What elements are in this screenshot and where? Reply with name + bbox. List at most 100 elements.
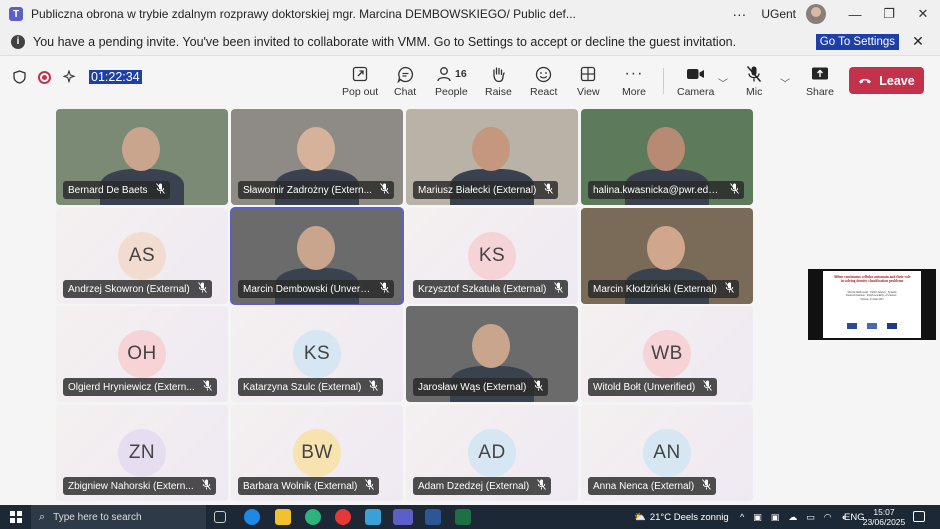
mic-muted-icon — [365, 479, 375, 493]
react-button[interactable]: React — [530, 64, 557, 100]
info-icon: i — [11, 34, 25, 49]
raise-hand-button[interactable]: Raise — [485, 64, 512, 100]
shared-content-preview[interactable]: Affine continuous cellular automata and … — [808, 269, 936, 340]
task-view-icon[interactable] — [214, 511, 226, 523]
chevron-up-icon[interactable]: ^ — [740, 512, 744, 522]
teams-icon[interactable] — [393, 509, 413, 525]
word-icon[interactable] — [425, 509, 441, 525]
file-explorer-icon[interactable] — [275, 509, 291, 525]
mic-muted-icon — [730, 183, 739, 197]
go-to-settings-link[interactable]: Go To Settings — [815, 33, 900, 50]
minimize-icon[interactable]: — — [838, 7, 872, 22]
app-icon[interactable] — [365, 509, 381, 525]
grid-view-icon — [580, 64, 596, 84]
participant-video-feed — [472, 127, 510, 171]
mic-muted-icon — [703, 380, 713, 394]
more-options-icon[interactable]: ··· — [729, 6, 749, 22]
participant-name-tag: Zbigniew Nahorski (Extern... — [63, 477, 216, 495]
mic-muted-icon — [380, 282, 389, 296]
participant-tile[interactable]: Jarosław Wąs (External) — [406, 306, 578, 402]
mic-options-chevron-icon[interactable]: ﹀ — [780, 75, 790, 90]
meeting-timer: 01:22:34 — [89, 70, 142, 84]
restore-icon[interactable]: ❐ — [872, 6, 906, 22]
taskbar-clock[interactable]: 15:07 23/06/2025 — [862, 507, 906, 527]
leave-button[interactable]: Leave — [849, 67, 924, 94]
participant-name-tag: Witold Bołt (Unverified) — [588, 378, 718, 396]
participant-tile[interactable]: BW Barbara Wolnik (External) — [231, 405, 403, 501]
cloud-icon[interactable]: ☁ — [788, 512, 797, 523]
participant-name-tag: Mariusz Białecki (External) — [413, 181, 559, 199]
avatar: ZN — [118, 429, 166, 477]
participant-name-tag: Marcin Kłodziński (External) — [588, 280, 739, 298]
avatar: AN — [643, 429, 691, 477]
avatar: KS — [468, 232, 516, 280]
participant-tile[interactable]: AS Andrzej Skowron (External) — [56, 208, 228, 304]
mic-button[interactable]: Mic — [746, 64, 762, 100]
participant-name: Andrzej Skowron (External) — [68, 283, 190, 295]
notification-icon[interactable] — [913, 511, 925, 522]
app-tray-icon[interactable]: ▣ — [753, 512, 762, 523]
participant-name: Jarosław Wąs (External) — [418, 381, 527, 393]
participant-tile[interactable]: WB Witold Bołt (Unverified) — [581, 306, 753, 402]
browser-icon[interactable] — [305, 509, 321, 525]
close-icon[interactable]: ✕ — [908, 33, 928, 50]
mic-muted-icon — [380, 183, 389, 197]
participant-tile[interactable]: Marcin Dembowski (Unverified) — [230, 207, 404, 305]
view-button[interactable]: View — [577, 64, 600, 100]
avatar[interactable] — [806, 4, 826, 24]
participant-tile[interactable]: KS Krzysztof Szkatuła (External) — [406, 208, 578, 304]
participant-name-tag: Krzysztof Szkatuła (External) — [413, 280, 569, 298]
slide-title: Affine continuous cellular automata and … — [833, 275, 911, 283]
taskbar-search-input[interactable]: ⌕ Type here to search — [31, 505, 206, 529]
chrome-icon[interactable] — [335, 509, 351, 525]
chat-icon — [397, 64, 414, 84]
participant-tile[interactable]: KS Katarzyna Szulc (External) — [231, 306, 403, 402]
people-button[interactable]: 16 People — [435, 64, 468, 100]
participant-name: Witold Bołt (Unverified) — [593, 381, 696, 393]
shield-icon[interactable] — [12, 70, 26, 84]
app-tray-icon[interactable]: ▣ — [771, 512, 780, 523]
teams-logo-icon: T — [9, 7, 23, 21]
participant-tile[interactable]: halina.kwasnicka@pwr.edu.... — [581, 109, 753, 205]
participant-tile[interactable]: OH Olgierd Hryniewicz (Extern... — [56, 306, 228, 402]
chat-button[interactable]: Chat — [394, 64, 416, 100]
camera-options-chevron-icon[interactable]: ﹀ — [718, 75, 728, 90]
participant-tile[interactable]: Sławomir Zadrożny (Extern... — [231, 109, 403, 205]
participant-name: halina.kwasnicka@pwr.edu.... — [593, 184, 722, 196]
user-tenant-label[interactable]: UGent — [761, 7, 796, 21]
camera-button[interactable]: Camera — [677, 64, 714, 100]
participant-tile[interactable]: Bernard De Baets — [56, 109, 228, 205]
network-icon[interactable]: ▭ — [806, 512, 815, 523]
wifi-icon[interactable]: ◠ — [824, 512, 832, 523]
close-icon[interactable]: ✕ — [906, 6, 940, 22]
people-count: 16 — [455, 68, 467, 80]
participant-name-tag: Marcin Dembowski (Unverified) — [238, 280, 394, 298]
participant-name-tag: Adam Dzedzej (External) — [413, 477, 552, 495]
participant-tile[interactable]: AN Anna Nenca (External) — [581, 405, 753, 501]
windows-start-icon[interactable] — [10, 511, 22, 523]
weather-widget[interactable]: ⛅ 21°C Deels zonnig — [634, 505, 729, 529]
weather-icon: ⛅ — [634, 511, 646, 523]
mic-muted-icon — [537, 479, 547, 493]
more-button[interactable]: ··· More — [622, 64, 646, 100]
sparkle-icon[interactable] — [63, 70, 77, 84]
participant-tile[interactable]: Mariusz Białecki (External) — [406, 109, 578, 205]
excel-icon[interactable] — [455, 509, 471, 525]
participant-tile[interactable]: ZN Zbigniew Nahorski (Extern... — [56, 405, 228, 501]
smiley-icon — [535, 64, 552, 84]
edge-icon[interactable] — [244, 509, 260, 525]
participant-name: Mariusz Białecki (External) — [418, 184, 537, 196]
hand-icon — [490, 64, 506, 84]
participant-name: Zbigniew Nahorski (Extern... — [68, 480, 194, 492]
participant-name: Marcin Dembowski (Unverified) — [243, 283, 372, 295]
avatar: WB — [643, 330, 691, 378]
share-button[interactable]: Share — [806, 64, 834, 100]
participant-name: Adam Dzedzej (External) — [418, 480, 530, 492]
participant-tile[interactable]: Marcin Kłodziński (External) — [581, 208, 753, 304]
participant-video-feed — [297, 226, 335, 270]
mic-muted-icon — [155, 183, 165, 197]
participant-tile[interactable]: AD Adam Dzedzej (External) — [406, 405, 578, 501]
pop-out-button[interactable]: Pop out — [342, 64, 378, 100]
recording-icon[interactable] — [38, 70, 51, 84]
participant-name-tag: Anna Nenca (External) — [588, 477, 717, 495]
